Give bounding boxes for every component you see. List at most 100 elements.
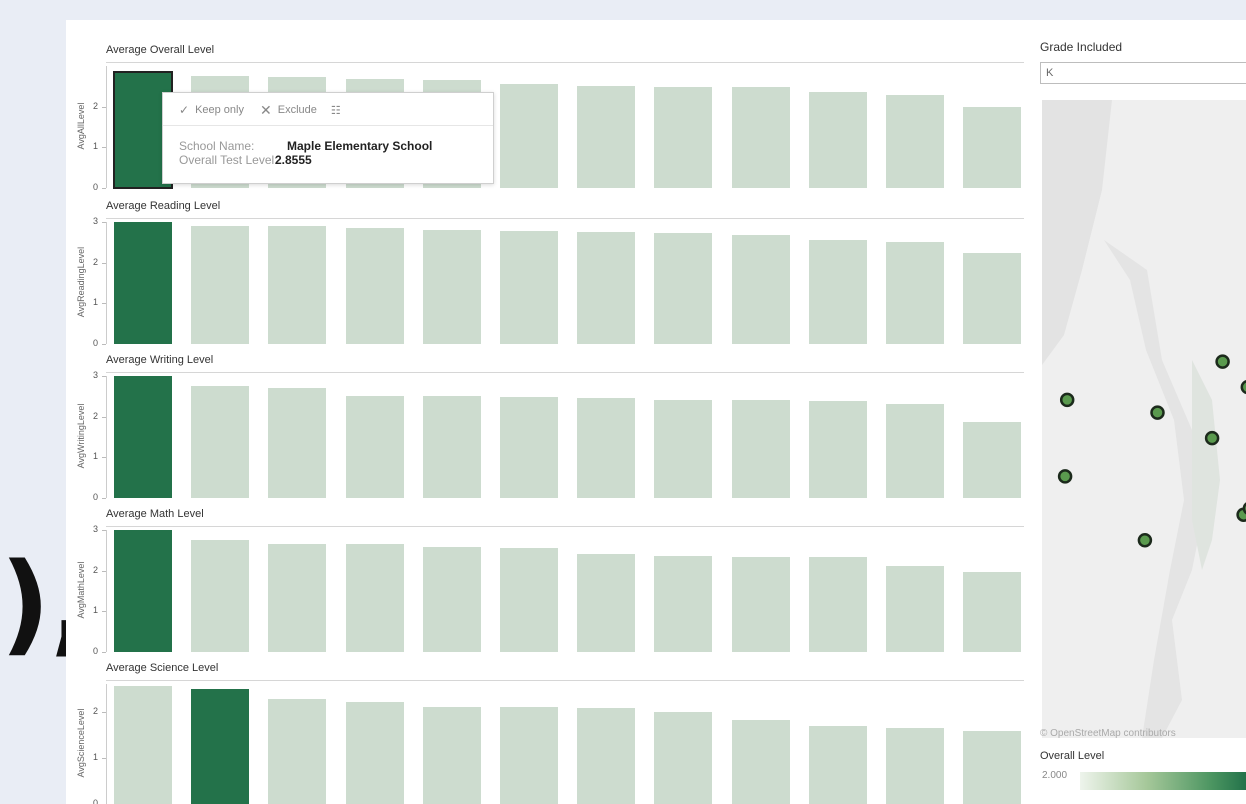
bar-school-11[interactable] <box>886 403 944 498</box>
school-map-point[interactable] <box>1204 430 1220 446</box>
y-axis-label: AvgMathLevel <box>76 561 86 619</box>
bar-school-4[interactable] <box>345 702 404 804</box>
bar-school-8[interactable] <box>654 233 713 344</box>
bar-school-9[interactable] <box>731 235 790 344</box>
bar-school-8[interactable] <box>654 711 713 804</box>
legend-title: Overall Level <box>1040 750 1105 762</box>
bar-school-10[interactable] <box>808 401 867 498</box>
keep-only-button[interactable]: Keep only <box>195 104 244 116</box>
bar-school-8[interactable] <box>654 87 713 188</box>
panel-divider <box>106 372 1024 373</box>
grade-filter-input[interactable] <box>1040 62 1246 84</box>
exclude-button[interactable]: Exclude <box>278 104 317 116</box>
chart-title: Average Math Level <box>106 508 204 520</box>
panel-divider <box>106 680 1024 681</box>
y-axis-line <box>106 376 107 498</box>
bar-school-12[interactable] <box>963 731 1022 804</box>
bar-school-6[interactable] <box>500 397 558 498</box>
bar-school-7[interactable] <box>577 398 636 498</box>
dashboard-card: Average Overall Level AvgAllLevel 0 1 2 Avera… <box>66 20 1246 804</box>
y-tick-mark <box>102 416 106 418</box>
y-tick-label: 2 <box>92 256 98 267</box>
bar-school-5[interactable] <box>422 396 481 498</box>
tooltip-divider <box>163 125 493 126</box>
bar-school-5[interactable] <box>422 547 481 652</box>
y-tick-label: 1 <box>92 297 98 308</box>
school-map-point[interactable] <box>1150 405 1165 420</box>
bar-school-8[interactable] <box>654 556 713 652</box>
bar-school-5[interactable] <box>422 230 481 344</box>
bar-school-7[interactable] <box>577 85 636 188</box>
y-axis-label: AvgWritingLevel <box>76 403 86 469</box>
bar-school-8[interactable] <box>654 399 713 498</box>
y-tick-mark <box>102 530 106 531</box>
school-map-point[interactable] <box>1059 392 1075 408</box>
bar-school-7[interactable] <box>577 232 636 344</box>
bar-school-1[interactable] <box>114 530 172 652</box>
bar-school-1[interactable] <box>114 686 172 804</box>
bar-school-6[interactable] <box>500 707 558 804</box>
bar-school-9[interactable] <box>731 719 790 804</box>
view-data-icon[interactable]: ☷ <box>331 104 341 117</box>
y-tick-label: 2 <box>92 564 98 575</box>
y-tick-label: 0 <box>92 338 98 348</box>
close-icon[interactable]: ✕ <box>260 102 272 119</box>
bar-school-3[interactable] <box>268 544 327 652</box>
bar-school-6[interactable] <box>500 548 558 652</box>
bar-school-2[interactable] <box>191 688 250 804</box>
bar-school-6[interactable] <box>500 230 558 344</box>
y-tick-mark <box>102 570 106 572</box>
bar-school-4[interactable] <box>345 544 404 652</box>
school-map-point[interactable] <box>1057 469 1073 484</box>
bar-school-10[interactable] <box>808 240 867 344</box>
bar-school-7[interactable] <box>577 708 636 804</box>
bar-school-12[interactable] <box>963 106 1022 188</box>
y-axis-label: AvgReadingLevel <box>76 246 86 318</box>
y-tick-mark <box>102 376 106 377</box>
bar-school-4[interactable] <box>345 228 404 344</box>
bar-school-5[interactable] <box>422 707 481 804</box>
bar-school-1[interactable] <box>114 376 172 498</box>
y-tick-mark <box>102 457 106 459</box>
y-axis-line <box>106 66 107 188</box>
overall-level-label: Overall Test Level: <box>179 153 278 167</box>
school-map[interactable] <box>1042 100 1246 738</box>
bar-school-10[interactable] <box>808 557 867 652</box>
y-tick-label: 1 <box>92 605 98 616</box>
checkmark-icon[interactable]: ✓ <box>179 103 189 117</box>
y-tick-label: 3 <box>92 370 98 380</box>
bar-school-11[interactable] <box>886 728 944 804</box>
bar-school-2[interactable] <box>191 386 250 498</box>
bar-school-3[interactable] <box>268 698 327 804</box>
bar-school-1[interactable] <box>114 222 172 344</box>
bar-school-2[interactable] <box>191 226 250 344</box>
bar-school-9[interactable] <box>731 400 790 498</box>
y-tick-label: 3 <box>92 216 98 226</box>
bar-school-11[interactable] <box>886 95 944 188</box>
school-map-point[interactable] <box>1215 354 1230 369</box>
bar-school-12[interactable] <box>963 571 1022 652</box>
y-tick-label: 3 <box>92 524 98 534</box>
bar-school-4[interactable] <box>345 396 404 498</box>
y-tick-label: 1 <box>92 141 98 152</box>
y-tick-label: 2 <box>92 705 98 716</box>
y-tick-mark <box>102 106 106 108</box>
bar-school-3[interactable] <box>268 226 327 344</box>
school-map-point[interactable] <box>1240 380 1246 395</box>
bar-school-12[interactable] <box>963 421 1022 498</box>
bar-school-9[interactable] <box>731 557 790 652</box>
bar-school-11[interactable] <box>886 241 944 344</box>
bar-school-7[interactable] <box>577 554 636 652</box>
bar-school-6[interactable] <box>500 84 558 188</box>
bar-school-3[interactable] <box>268 388 327 498</box>
tooltip-school-row: School Name: Maple Elementary School <box>179 139 432 153</box>
bar-school-10[interactable] <box>808 91 867 188</box>
bar-school-10[interactable] <box>808 725 867 804</box>
bar-school-9[interactable] <box>731 87 790 188</box>
bar-school-12[interactable] <box>963 252 1022 344</box>
bar-school-2[interactable] <box>191 540 250 652</box>
school-map-point[interactable] <box>1137 532 1153 548</box>
y-tick-mark <box>102 262 106 264</box>
bar-school-11[interactable] <box>886 565 944 652</box>
y-tick-mark <box>102 303 106 305</box>
